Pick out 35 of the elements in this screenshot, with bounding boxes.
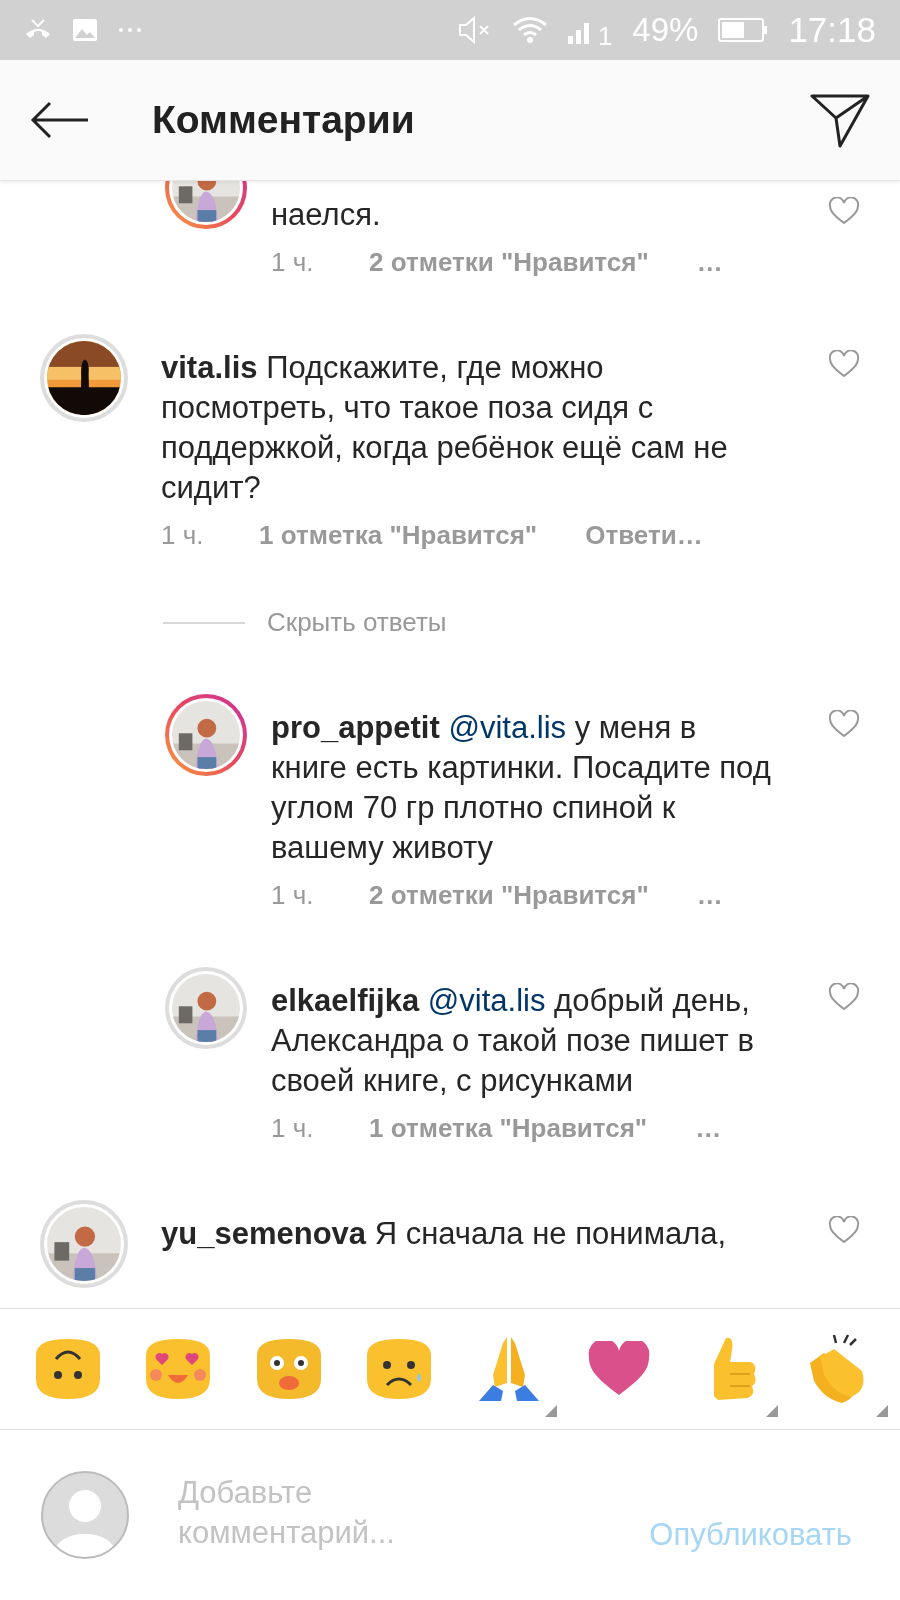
likes-link[interactable]: 1 отметка "Нравится" xyxy=(259,520,538,551)
likes-link[interactable]: 1 отметка "Нравится" xyxy=(369,1113,648,1144)
heart-icon[interactable] xyxy=(828,1216,860,1244)
back-button[interactable] xyxy=(30,100,90,140)
heart-icon[interactable] xyxy=(828,710,860,738)
heart-icon[interactable] xyxy=(828,350,860,378)
heart-icon xyxy=(587,1341,652,1397)
mention-link[interactable]: @vita.lis xyxy=(427,983,546,1018)
comment-time: 1 ч. xyxy=(271,247,315,278)
comment-text: vita.lis Подскажите, где можно посмотреть, что такое поза сидя с поддержкой, когда ребёнок ещё сам не сидит? xyxy=(161,349,729,507)
comment-time: 1 ч. xyxy=(271,1113,315,1144)
comment-text: elkaelfijka @vita.lis добрый день, Александра о такой позе пишет в своей книге, с рисунками xyxy=(271,982,755,1100)
heart-icon[interactable] xyxy=(828,197,860,225)
battery-icon xyxy=(718,18,769,42)
muted-speaker-icon xyxy=(457,15,492,45)
more-icon xyxy=(118,27,142,33)
comment-text: наелся. xyxy=(271,196,382,234)
image-icon xyxy=(72,18,98,42)
comment-time: 1 ч. xyxy=(271,880,315,911)
heart-icon[interactable] xyxy=(828,983,860,1011)
mention-link[interactable]: @vita.lis xyxy=(448,710,567,745)
more-button[interactable]: … xyxy=(696,247,723,278)
comment-time: 1 ч. xyxy=(161,520,205,551)
more-button[interactable]: Ответи… xyxy=(585,520,703,551)
wifi-icon xyxy=(511,16,548,44)
comment-text: pro_appetit @vita.lis у меня в книге есть картинки. Посадите под углом 70 гр плотно спиной к вашему животу xyxy=(271,709,772,867)
page-title: Комментарии xyxy=(152,98,416,142)
more-button[interactable]: … xyxy=(696,880,723,911)
comment-text: yu_semenova Я сначала не понимала, xyxy=(161,1215,728,1253)
likes-link[interactable]: 2 отметки "Нравится" xyxy=(369,247,649,278)
send-button[interactable] xyxy=(810,92,870,148)
hide-replies-button[interactable]: Скрыть ответы xyxy=(267,607,447,638)
publish-button[interactable]: Опубликовать xyxy=(649,1517,852,1553)
more-button[interactable]: … xyxy=(695,1113,722,1144)
likes-link[interactable]: 2 отметки "Нравится" xyxy=(369,880,649,911)
